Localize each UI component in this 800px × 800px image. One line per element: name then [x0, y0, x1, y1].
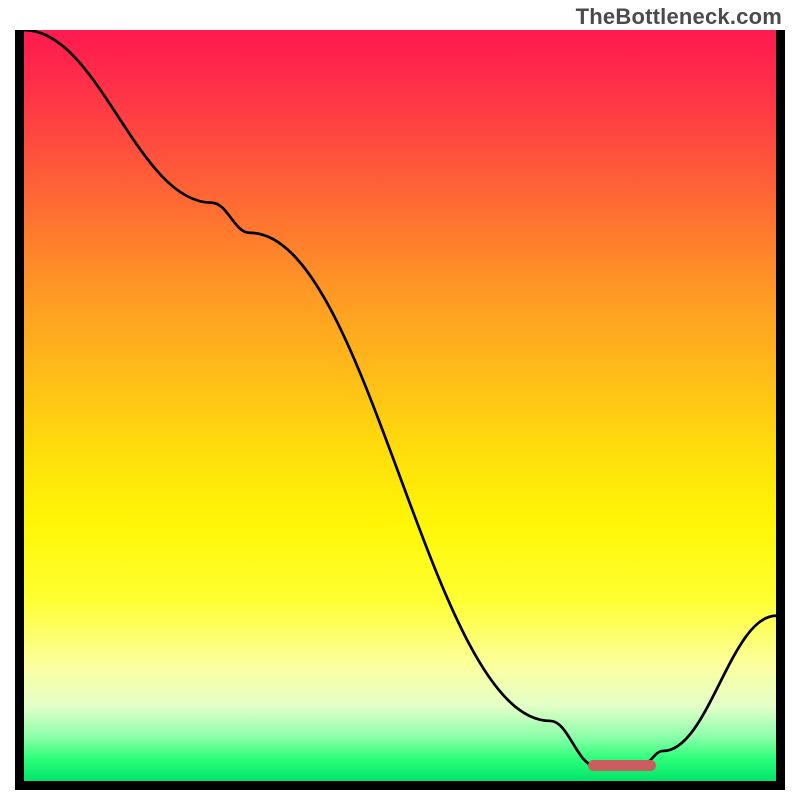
- axes-frame: [15, 30, 785, 790]
- chart-container: [15, 30, 785, 790]
- watermark-text: TheBottleneck.com: [576, 4, 782, 30]
